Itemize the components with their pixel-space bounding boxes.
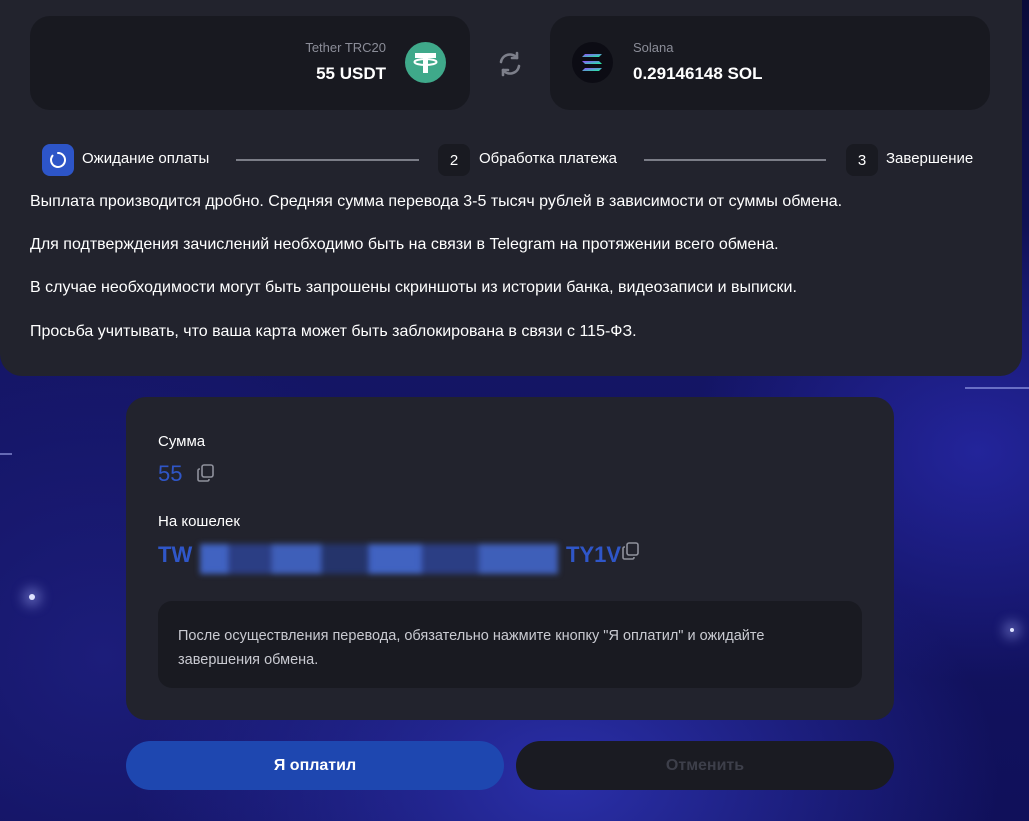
step-connector	[644, 159, 826, 161]
loading-spinner-icon	[50, 151, 66, 168]
background-star	[29, 594, 35, 600]
step-2-label: Обработка платежа	[479, 150, 617, 167]
wallet-address-prefix: TW	[158, 542, 193, 567]
amount-value: 55	[158, 461, 183, 486]
step-2-badge: 2	[438, 144, 470, 176]
payment-card: Сумма 55 На кошелек TW TY1V После осущес…	[126, 397, 894, 720]
from-currency-name: Tether TRC20	[305, 40, 386, 55]
copy-icon[interactable]	[621, 541, 641, 561]
step-3-badge: 3	[846, 144, 878, 176]
info-text: В случае необходимости могут быть запрош…	[30, 279, 797, 296]
step-3-label: Завершение	[886, 150, 974, 167]
progress-stepper: Ожидание оплаты 2 Обработка платежа 3 За…	[42, 143, 982, 177]
notice-box: После осуществления перевода, обязательн…	[158, 601, 862, 688]
step-1-label: Ожидание оплаты	[82, 150, 210, 167]
background-streak	[965, 387, 1029, 389]
exchange-card: Tether TRC20 55 USDT Solana 0.29146148 S…	[0, 0, 1022, 376]
background-streak	[0, 453, 12, 455]
background-star	[1010, 628, 1014, 632]
wallet-address-redacted	[200, 544, 558, 574]
amount-label: Сумма	[158, 433, 206, 450]
wallet-address-suffix: TY1V	[566, 542, 622, 567]
solana-icon	[572, 42, 613, 83]
from-currency-amount: 55 USDT	[316, 64, 386, 83]
info-text: Для подтверждения зачислений необходимо …	[30, 236, 779, 253]
info-text: Просьба учитывать, что ваша карта может …	[30, 323, 637, 340]
step-connector	[236, 159, 419, 161]
refresh-icon[interactable]	[496, 50, 524, 78]
info-text: Выплата производится дробно. Средняя сум…	[30, 193, 843, 210]
notice-text: После осуществления перевода, обязательн…	[178, 628, 765, 668]
wallet-label: На кошелек	[158, 513, 240, 530]
tether-icon	[405, 42, 446, 83]
copy-icon[interactable]	[196, 463, 216, 483]
paid-button[interactable]: Я оплатил	[126, 741, 504, 790]
to-currency-name: Solana	[633, 40, 674, 55]
to-currency-amount: 0.29146148 SOL	[633, 64, 763, 83]
from-currency-box: Tether TRC20 55 USDT	[30, 16, 470, 110]
to-currency-box: Solana 0.29146148 SOL	[550, 16, 990, 110]
step-1-badge	[42, 144, 74, 176]
cancel-button[interactable]: Отменить	[516, 741, 894, 790]
